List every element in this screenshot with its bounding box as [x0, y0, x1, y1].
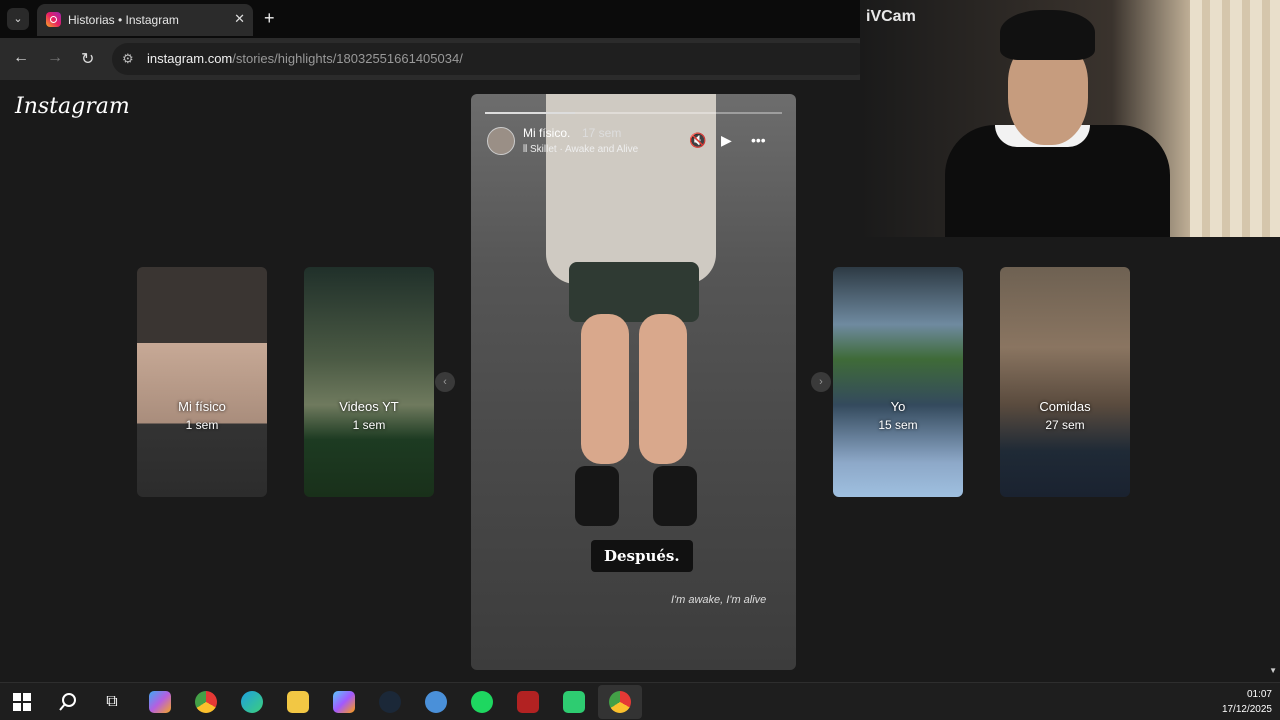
- windows-taskbar: ⧉ 01:07 17/12/2025: [0, 682, 1280, 720]
- highlight-thumbnail: [833, 267, 963, 497]
- instagram-favicon-icon: [46, 12, 61, 27]
- story-image-subject: [546, 94, 716, 284]
- highlight-age: 1 sem: [352, 418, 386, 432]
- highlight-card-mi-fisico[interactable]: Mi físico 1 sem: [137, 267, 267, 497]
- highlight-age: 27 sem: [1045, 418, 1085, 432]
- address-bar[interactable]: ⚙ instagram.com/stories/highlights/18032…: [112, 43, 872, 75]
- back-arrow-icon[interactable]: ←: [13, 49, 29, 67]
- story-progress-track: [575, 112, 782, 114]
- webcam-person-hair: [1000, 10, 1095, 60]
- instagram-logo[interactable]: Instagram: [15, 94, 130, 119]
- story-progress-bar: [485, 112, 575, 114]
- system-clock[interactable]: 01:07 17/12/2025: [1222, 687, 1272, 717]
- file-explorer-icon[interactable]: [287, 691, 309, 713]
- highlight-thumbnail: [137, 267, 267, 497]
- story-username[interactable]: Mi físico.: [523, 126, 570, 140]
- tab-close-icon[interactable]: ✕: [234, 11, 245, 27]
- tab-search-button[interactable]: ⌄: [7, 8, 29, 30]
- browser-tab-bar: ⌄ Historias • Instagram ✕ +: [0, 0, 860, 38]
- copilot-365-icon[interactable]: [333, 691, 355, 713]
- new-tab-button[interactable]: +: [264, 8, 275, 28]
- highlight-name: Comidas: [1039, 399, 1091, 414]
- spotify-icon[interactable]: [471, 691, 493, 713]
- highlight-thumbnail: [304, 267, 434, 497]
- clock-time: 01:07: [1246, 689, 1272, 700]
- highlight-thumbnail: [1000, 267, 1130, 497]
- highlight-name: Mi físico: [178, 399, 226, 414]
- highlight-card-videos-yt[interactable]: Videos YT 1 sem: [304, 267, 434, 497]
- highlight-age: 15 sem: [878, 418, 918, 432]
- story-music-label[interactable]: ⫴ Skillet · Awake and Alive: [523, 144, 638, 155]
- chrome-active-icon[interactable]: [609, 691, 631, 713]
- story-image-leg: [581, 314, 629, 464]
- highlight-name: Yo: [890, 399, 906, 414]
- highlight-age: 1 sem: [185, 418, 219, 432]
- chrome-icon[interactable]: [195, 691, 217, 713]
- url-text[interactable]: instagram.com/stories/highlights/1803255…: [147, 51, 463, 66]
- mute-icon[interactable]: 🔇: [689, 132, 706, 149]
- app-icon[interactable]: [425, 691, 447, 713]
- browser-toolbar: ← → ↻ ⚙ instagram.com/stories/highlights…: [0, 38, 872, 80]
- play-icon[interactable]: ▶: [721, 132, 732, 149]
- story-image-shorts: [569, 262, 699, 322]
- steam-icon[interactable]: [379, 691, 401, 713]
- story-caption: Después.: [591, 540, 693, 572]
- story-age: 17 sem: [582, 126, 622, 140]
- story-lyric: I'm awake, I'm alive: [671, 594, 767, 606]
- browser-tab-instagram[interactable]: Historias • Instagram ✕: [37, 4, 253, 36]
- next-story-arrow[interactable]: ›: [811, 372, 831, 392]
- windows-start-icon[interactable]: [11, 691, 33, 713]
- clock-date: 17/12/2025: [1221, 704, 1272, 715]
- reload-icon[interactable]: ↻: [81, 49, 94, 69]
- search-icon[interactable]: [57, 691, 79, 713]
- app-green-icon[interactable]: [563, 691, 585, 713]
- music-bars-icon: ⫴: [523, 144, 530, 155]
- site-info-icon[interactable]: ⚙: [122, 51, 134, 67]
- highlight-card-comidas[interactable]: Comidas 27 sem: [1000, 267, 1130, 497]
- webcam-curtain: [1190, 0, 1280, 237]
- copilot-icon[interactable]: [149, 691, 171, 713]
- story-image-boot: [653, 466, 697, 526]
- previous-story-arrow[interactable]: ‹: [435, 372, 455, 392]
- highlight-name: Videos YT: [339, 399, 399, 414]
- story-image-leg: [639, 314, 687, 464]
- more-options-icon[interactable]: •••: [751, 132, 766, 148]
- story-viewer[interactable]: Mi físico. 17 sem ⫴ Skillet · Awake and …: [471, 94, 796, 670]
- tab-title: Historias • Instagram: [68, 13, 179, 27]
- highlight-card-yo[interactable]: Yo 15 sem: [833, 267, 963, 497]
- webcam-overlay: iVCam: [860, 0, 1280, 237]
- scroll-down-arrow-icon[interactable]: ▼: [1269, 666, 1277, 675]
- story-image-boot: [575, 466, 619, 526]
- avatar[interactable]: [487, 127, 515, 155]
- edge-icon[interactable]: [241, 691, 263, 713]
- task-view-icon[interactable]: ⧉: [101, 691, 123, 713]
- webcam-label: iVCam: [866, 8, 916, 25]
- app-red-icon[interactable]: [517, 691, 539, 713]
- forward-arrow-icon[interactable]: →: [47, 49, 63, 67]
